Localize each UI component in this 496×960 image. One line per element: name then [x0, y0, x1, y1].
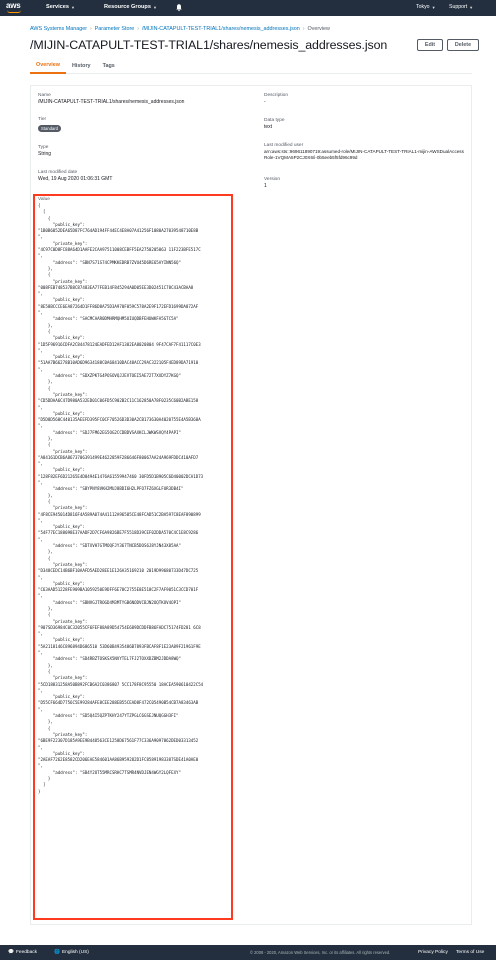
value-highlight-box: Value { [ { "public_key": "1B0B6052DEA65… [33, 194, 233, 920]
version-value: 1 [264, 183, 267, 189]
description-label: Description [264, 93, 288, 98]
aws-logo-text: aws [6, 1, 21, 10]
data-type-field: Data type text [264, 118, 285, 130]
privacy-policy-link[interactable]: Privacy Policy [418, 950, 448, 955]
support-menu[interactable]: Support ▼ [449, 4, 473, 10]
tab-overview[interactable]: Overview [30, 58, 66, 74]
resource-groups-menu[interactable]: Resource Groups ▼ [104, 4, 157, 10]
tier-label: Tier [38, 117, 47, 122]
version-field: Version 1 [264, 177, 280, 189]
chevron-down-icon: ▼ [152, 4, 157, 10]
feedback-icon: 💬 [8, 950, 14, 955]
last-modified-user-value: arn:aws:sts::969611890719:assumed-role/M… [264, 149, 464, 160]
region-label: Tokyo [416, 4, 430, 10]
globe-icon: 🌐 [54, 950, 60, 955]
breadcrumb-current: Overview [307, 26, 330, 32]
type-field: Type String [38, 145, 51, 157]
type-value: String [38, 151, 52, 157]
bell-icon[interactable] [175, 3, 183, 12]
chevron-right-icon: › [302, 26, 305, 32]
services-menu[interactable]: Services ▼ [46, 4, 75, 10]
breadcrumb-link-parameter-store[interactable]: Parameter Store [95, 26, 135, 32]
region-menu[interactable]: Tokyo ▼ [416, 4, 436, 10]
copyright-text: © 2008 - 2020, Amazon Web Services, Inc.… [250, 950, 391, 955]
chevron-right-icon: › [90, 26, 92, 32]
chevron-down-icon: ▼ [71, 4, 75, 10]
support-label: Support [449, 4, 468, 10]
edit-button[interactable]: Edit [417, 39, 443, 51]
footer-bar: 💬 Feedback 🌐 English (US) © 2008 - 2020,… [0, 945, 496, 960]
name-value: /MIJIN-CATAPULT-TEST-TRIAL1/shares/nemes… [38, 99, 185, 105]
tab-bar: Overview History Tags [30, 58, 472, 74]
description-value: - [264, 99, 266, 105]
breadcrumb-link-parameter[interactable]: /MIJIN-CATAPULT-TEST-TRIAL1/shares/nemes… [142, 26, 300, 32]
aws-logo[interactable]: aws [6, 2, 28, 14]
chevron-down-icon: ▼ [431, 4, 436, 10]
name-field: Name /MIJIN-CATAPULT-TEST-TRIAL1/shares/… [38, 93, 248, 105]
tier-field: Tier Standard [38, 117, 61, 132]
tab-history[interactable]: History [66, 58, 97, 74]
last-modified-date-field: Last modified date Wed, 19 Aug 2020 01:0… [38, 170, 112, 182]
language-label: English (US) [61, 950, 89, 955]
tab-tags[interactable]: Tags [97, 58, 121, 74]
value-label: Value [38, 197, 50, 202]
chevron-down-icon: ▼ [469, 4, 474, 10]
page-title: /MIJIN-CATAPULT-TEST-TRIAL1/shares/nemes… [30, 38, 388, 52]
data-type-value: text [264, 124, 273, 130]
delete-button[interactable]: Delete [447, 39, 479, 51]
last-modified-date-value: Wed, 19 Aug 2020 01:06:31 GMT [38, 176, 113, 182]
terms-of-use-link[interactable]: Terms of Use [456, 950, 484, 955]
breadcrumb: AWS Systems Manager › Parameter Store › … [30, 26, 330, 32]
breadcrumb-link-systems-manager[interactable]: AWS Systems Manager [30, 26, 87, 32]
tier-badge: Standard [38, 125, 61, 132]
feedback-link[interactable]: 💬 Feedback [8, 950, 37, 955]
services-label: Services [46, 4, 70, 10]
parameter-value-json: { [ { "public_key": "1B0B6052DEA65D87FC7… [38, 203, 204, 794]
top-navigation-bar: aws Services ▼ Resource Groups ▼ Tokyo ▼… [0, 0, 496, 16]
last-modified-user-field: Last modified user arn:aws:sts::96961189… [264, 143, 464, 161]
language-selector[interactable]: 🌐 English (US) [54, 950, 89, 955]
description-field: Description - [264, 93, 288, 105]
chevron-right-icon: › [137, 26, 139, 32]
aws-smile-icon [7, 10, 21, 13]
resource-groups-label: Resource Groups [104, 4, 151, 10]
feedback-label: Feedback [15, 950, 38, 955]
